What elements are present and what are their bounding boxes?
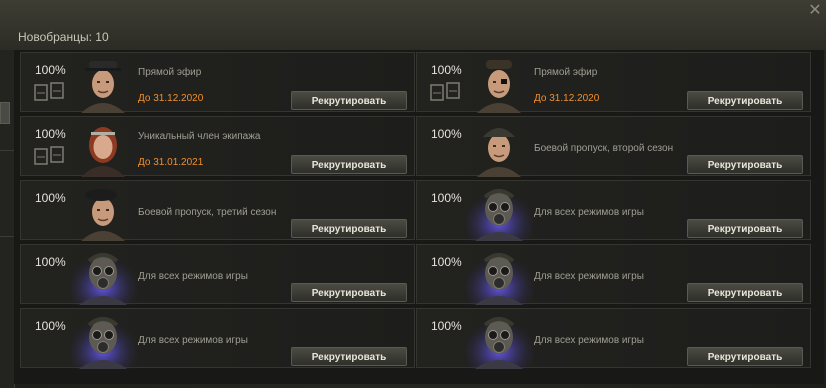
window-title: Новобранцы: 10 <box>18 30 109 44</box>
recruit-portrait <box>69 55 137 113</box>
expiry-date: До 31.12.2020 <box>534 93 600 104</box>
recruit-button[interactable]: Рекрутировать <box>291 219 407 238</box>
recruit-description: Для всех режимов игры <box>138 335 248 346</box>
recruit-description: Прямой эфир <box>138 67 202 78</box>
training-percent: 100% <box>431 319 462 333</box>
recruit-card: 100% Для всех режимов игры Рекрутировать <box>20 244 415 305</box>
recruit-description: Боевой пропуск, второй сезон <box>534 143 674 154</box>
recruit-card: 100% Для всех режимов игры Рекрутировать <box>20 308 415 369</box>
recruit-button[interactable]: Рекрутировать <box>291 155 407 174</box>
side-button[interactable] <box>0 102 10 124</box>
recruit-card: 100% Боевой пропуск, третий сезон Рекрутир… <box>20 180 415 241</box>
expiry-date: До 31.01.2021 <box>138 157 204 168</box>
recruit-button[interactable]: Рекрутировать <box>687 155 803 174</box>
training-percent: 100% <box>35 63 66 77</box>
recruit-portrait <box>465 311 533 369</box>
expiry-date: До 31.12.2020 <box>138 93 204 104</box>
recruit-portrait <box>69 183 137 241</box>
recruit-portrait <box>465 247 533 305</box>
recruit-portrait <box>465 183 533 241</box>
training-percent: 100% <box>35 191 66 205</box>
recruits-list: 100% Прямой эфир До 31.12.2020 Рекрутироват… <box>14 50 824 384</box>
recruit-description: Для всех режимов игры <box>534 271 644 282</box>
recruit-button[interactable]: Рекрутировать <box>291 347 407 366</box>
recruit-card: 100% Боевой пропуск, второй сезон Рекрутир… <box>416 116 811 177</box>
recruit-portrait <box>69 247 137 305</box>
recruit-button[interactable]: Рекрутировать <box>687 219 803 238</box>
recruit-description: Прямой эфир <box>534 67 598 78</box>
recruit-button[interactable]: Рекрутировать <box>687 283 803 302</box>
recruit-card: 100% Уникальный член экипажа До 31.01.2021… <box>20 116 415 177</box>
training-percent: 100% <box>431 63 462 77</box>
recruit-portrait <box>69 311 137 369</box>
training-percent: 100% <box>431 255 462 269</box>
recruit-description: Уникальный член экипажа <box>138 131 261 142</box>
recruit-portrait <box>465 55 533 113</box>
documents-icon <box>33 145 67 167</box>
left-side-strip <box>0 50 15 388</box>
recruit-card: 100% Для всех режимов игры Рекрутировать <box>416 244 811 305</box>
documents-icon <box>429 81 463 103</box>
recruit-portrait <box>69 119 137 177</box>
close-icon[interactable]: ✕ <box>806 2 824 20</box>
recruit-button[interactable]: Рекрутировать <box>291 283 407 302</box>
recruit-card: 100% Прямой эфир До 31.12.2020 Рекрутироват… <box>416 52 811 113</box>
training-percent: 100% <box>35 255 66 269</box>
recruit-portrait <box>465 119 533 177</box>
title-bar <box>0 0 826 50</box>
recruit-button[interactable]: Рекрутировать <box>687 91 803 110</box>
recruit-button[interactable]: Рекрутировать <box>687 347 803 366</box>
training-percent: 100% <box>35 127 66 141</box>
training-percent: 100% <box>431 191 462 205</box>
recruit-card: 100% Для всех режимов игры Рекрутировать <box>416 308 811 369</box>
recruit-card: 100% Для всех режимов игры Рекрутировать <box>416 180 811 241</box>
recruit-button[interactable]: Рекрутировать <box>291 91 407 110</box>
recruit-description: Для всех режимов игры <box>534 207 644 218</box>
training-percent: 100% <box>35 319 66 333</box>
recruit-card: 100% Прямой эфир До 31.12.2020 Рекрутироват… <box>20 52 415 113</box>
training-percent: 100% <box>431 127 462 141</box>
recruit-description: Боевой пропуск, третий сезон <box>138 207 277 218</box>
recruit-description: Для всех режимов игры <box>534 335 644 346</box>
recruit-description: Для всех режимов игры <box>138 271 248 282</box>
documents-icon <box>33 81 67 103</box>
